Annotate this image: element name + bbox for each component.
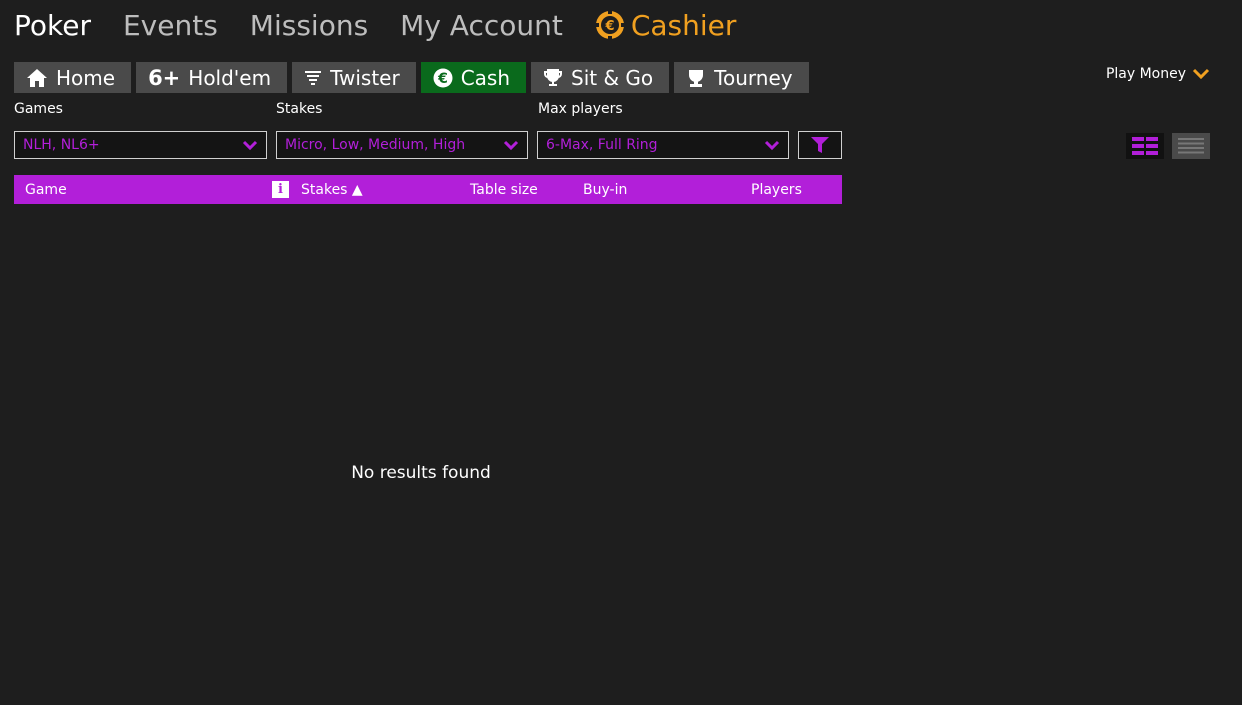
chevron-down-icon <box>1192 68 1210 80</box>
games-select-value: NLH, NL6+ <box>23 137 100 153</box>
svg-text:€: € <box>437 71 448 87</box>
info-icon[interactable]: i <box>272 181 289 198</box>
max-players-select-value: 6-Max, Full Ring <box>546 137 658 153</box>
max-players-select[interactable]: 6-Max, Full Ring <box>537 131 789 159</box>
tab-holdem-label: Hold'em <box>188 65 272 90</box>
stakes-filter-label: Stakes <box>276 101 323 117</box>
six-plus-icon: 6+ <box>148 65 181 90</box>
max-players-filter-label: Max players <box>538 101 623 117</box>
euro-icon: € <box>433 68 453 88</box>
tab-home-label: Home <box>56 65 116 90</box>
game-type-tabs: Home 6+ Hold'em Twister € Cash Sit & Go … <box>14 62 814 93</box>
nav-poker[interactable]: Poker <box>14 9 91 42</box>
tab-cash-label: Cash <box>460 65 511 90</box>
grid-view-icon <box>1132 137 1158 155</box>
stakes-select[interactable]: Micro, Low, Medium, High <box>276 131 528 159</box>
tab-twister-label: Twister <box>330 65 400 90</box>
table-header: Game i Stakes ▲ Table size Buy-in Player… <box>14 175 842 204</box>
grid-view-button[interactable] <box>1126 133 1164 159</box>
tab-home[interactable]: Home <box>14 62 132 93</box>
chevron-down-icon <box>234 140 266 151</box>
trophy-icon <box>543 68 563 88</box>
column-buy-in[interactable]: Buy-in <box>583 175 627 204</box>
tab-twister[interactable]: Twister <box>292 62 416 93</box>
column-players[interactable]: Players <box>751 175 802 204</box>
tab-cash[interactable]: € Cash <box>420 62 527 93</box>
home-icon <box>26 68 48 88</box>
nav-events[interactable]: Events <box>123 9 218 42</box>
no-results-message: No results found <box>351 463 491 483</box>
cup-icon <box>686 68 706 88</box>
games-select[interactable]: NLH, NL6+ <box>14 131 267 159</box>
column-game[interactable]: Game <box>25 175 67 204</box>
list-view-button[interactable] <box>1172 133 1210 159</box>
play-money-dropdown[interactable]: Play Money <box>1106 66 1210 82</box>
nav-my-account[interactable]: My Account <box>400 9 563 42</box>
twister-icon <box>304 69 322 87</box>
cashier-chip-icon: € <box>594 10 625 40</box>
top-navigation: Poker Events Missions My Account € Cashi… <box>14 6 768 44</box>
chevron-down-icon <box>495 140 527 151</box>
play-money-label: Play Money <box>1105 66 1186 82</box>
tab-tourney-label: Tourney <box>714 65 793 90</box>
filter-button[interactable] <box>798 131 842 159</box>
nav-cashier[interactable]: € Cashier <box>594 8 737 42</box>
tab-tourney[interactable]: Tourney <box>674 62 809 93</box>
chevron-down-icon <box>756 140 788 151</box>
tab-sit-and-go-label: Sit & Go <box>571 65 654 90</box>
list-view-icon <box>1178 138 1204 154</box>
funnel-icon <box>811 137 829 153</box>
stakes-select-value: Micro, Low, Medium, High <box>285 137 466 153</box>
tab-sit-and-go[interactable]: Sit & Go <box>531 62 670 93</box>
column-table-size[interactable]: Table size <box>470 175 538 204</box>
column-stakes[interactable]: Stakes ▲ <box>301 175 363 204</box>
svg-text:€: € <box>604 19 614 34</box>
games-filter-label: Games <box>14 101 63 117</box>
cashier-label: Cashier <box>630 8 737 42</box>
tab-holdem[interactable]: 6+ Hold'em <box>136 62 288 93</box>
nav-missions[interactable]: Missions <box>250 9 368 42</box>
